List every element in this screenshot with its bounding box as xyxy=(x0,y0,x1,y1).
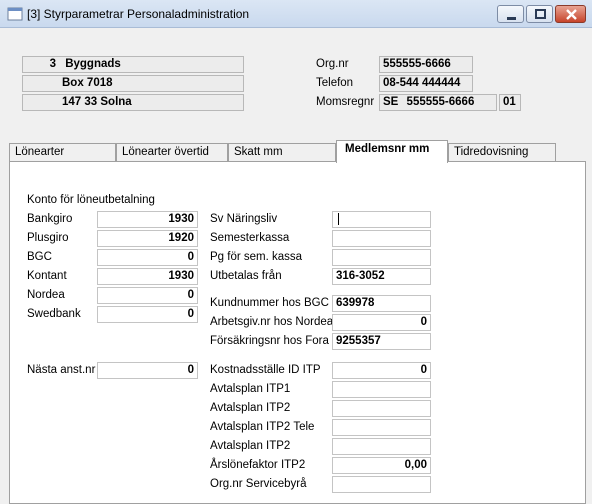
avtalsplan-itp2-label: Avtalsplan ITP2 xyxy=(210,402,291,414)
close-button[interactable] xyxy=(555,5,586,23)
phone-label: Telefon xyxy=(316,77,354,89)
utbetalas-fran-field[interactable]: 316-3052 xyxy=(332,268,431,285)
next-emp-label: Nästa anst.nr xyxy=(27,364,96,376)
bankgiro-label: Bankgiro xyxy=(27,213,73,225)
vat-row: SE 555555-6666 xyxy=(379,94,497,111)
orgnr-servicebyra-field[interactable] xyxy=(332,476,431,493)
avtalsplan-itp2-b-field[interactable] xyxy=(332,438,431,455)
swedbank-label: Swedbank xyxy=(27,308,81,320)
next-emp-field[interactable]: 0 xyxy=(97,362,198,379)
phone-value: 08-544 444444 xyxy=(379,75,473,92)
orgnr-label: Org.nr xyxy=(316,58,349,70)
forsakringsnr-fora-label: Försäkringsnr hos Fora xyxy=(210,335,329,347)
bankgiro-field[interactable]: 1930 xyxy=(97,211,198,228)
avtalsplan-itp2-field[interactable] xyxy=(332,400,431,417)
kostnadsstalle-itp-field[interactable]: 0 xyxy=(332,362,431,379)
avtalsplan-itp2-tele-field[interactable] xyxy=(332,419,431,436)
minimize-button[interactable] xyxy=(497,5,524,23)
kontant-field[interactable]: 1930 xyxy=(97,268,198,285)
arslonefaktor-itp2-label: Årslönefaktor ITP2 xyxy=(210,459,306,471)
tab-medlemsnr[interactable]: Medlemsnr mm xyxy=(336,140,448,163)
sv-naringsliv-label: Sv Näringsliv xyxy=(210,213,278,225)
plusgiro-label: Plusgiro xyxy=(27,232,69,244)
avtalsplan-itp1-field[interactable] xyxy=(332,381,431,398)
sv-naringsliv-field[interactable] xyxy=(332,211,431,228)
vat-label: Momsregnr xyxy=(316,96,375,108)
kundnummer-bgc-field[interactable]: 639978 xyxy=(332,295,431,312)
semesterkassa-field[interactable] xyxy=(332,230,431,247)
forsakringsnr-fora-field[interactable]: 9255357 xyxy=(332,333,431,350)
minimize-icon xyxy=(507,17,516,20)
tab-panel-medlemsnr: Konto för löneutbetalning Bankgiro 1930 … xyxy=(9,161,586,504)
arbetsgiv-nordea-field[interactable]: 0 xyxy=(332,314,431,331)
kontant-label: Kontant xyxy=(27,270,67,282)
company-postal: 147 33 Solna xyxy=(22,94,244,111)
tab-tidredovisning[interactable]: Tidredovisning xyxy=(448,143,556,162)
tab-bar: Lönearter Lönearter övertid Skatt mm Med… xyxy=(6,140,586,163)
kundnummer-bgc-label: Kundnummer hos BGC xyxy=(210,297,329,309)
utbetalas-fran-label: Utbetalas från xyxy=(210,270,282,282)
company-number: 3 xyxy=(49,58,56,70)
tab-skatt[interactable]: Skatt mm xyxy=(228,143,336,162)
avtalsplan-itp2-b-label: Avtalsplan ITP2 xyxy=(210,440,291,452)
maximize-button[interactable] xyxy=(526,5,553,23)
arslonefaktor-itp2-field[interactable]: 0,00 xyxy=(332,457,431,474)
window-client: 3 Byggnads Box 7018 147 33 Solna Org.nr … xyxy=(6,28,586,504)
avtalsplan-itp1-label: Avtalsplan ITP1 xyxy=(210,383,291,395)
vat-value: 555555-6666 xyxy=(406,96,475,108)
section-title: Konto för löneutbetalning xyxy=(27,194,155,206)
vat-country: SE xyxy=(383,96,399,108)
orgnr-value: 555555-6666 xyxy=(379,56,473,73)
window-title: [3] Styrparametrar Personaladministratio… xyxy=(27,7,250,21)
kostnadsstalle-itp-label: Kostnadsställe ID ITP xyxy=(210,364,321,376)
company-address: Box 7018 xyxy=(22,75,244,92)
company-row: 3 Byggnads xyxy=(22,56,244,73)
nordea-field[interactable]: 0 xyxy=(97,287,198,304)
swedbank-field[interactable]: 0 xyxy=(97,306,198,323)
close-icon xyxy=(566,9,577,20)
nordea-label: Nordea xyxy=(27,289,65,301)
tab-lonearter[interactable]: Lönearter xyxy=(9,143,116,162)
orgnr-servicebyra-label: Org.nr Servicebyrå xyxy=(210,478,307,490)
tab-lonearter-overtid[interactable]: Lönearter övertid xyxy=(116,143,228,162)
app-icon xyxy=(7,7,23,21)
plusgiro-field[interactable]: 1920 xyxy=(97,230,198,247)
bgc-field[interactable]: 0 xyxy=(97,249,198,266)
avtalsplan-itp2-tele-label: Avtalsplan ITP2 Tele xyxy=(210,421,315,433)
semesterkassa-label: Semesterkassa xyxy=(210,232,290,244)
vat-suffix: 01 xyxy=(499,94,521,111)
company-name: Byggnads xyxy=(65,58,121,70)
maximize-icon xyxy=(535,9,546,19)
arbetsgiv-nordea-label: Arbetsgiv.nr hos Nordea xyxy=(210,316,334,328)
text-caret xyxy=(338,212,339,225)
pg-sem-kassa-label: Pg för sem. kassa xyxy=(210,251,303,263)
bgc-label: BGC xyxy=(27,251,52,263)
pg-sem-kassa-field[interactable] xyxy=(332,249,431,266)
title-bar: [3] Styrparametrar Personaladministratio… xyxy=(0,0,592,28)
